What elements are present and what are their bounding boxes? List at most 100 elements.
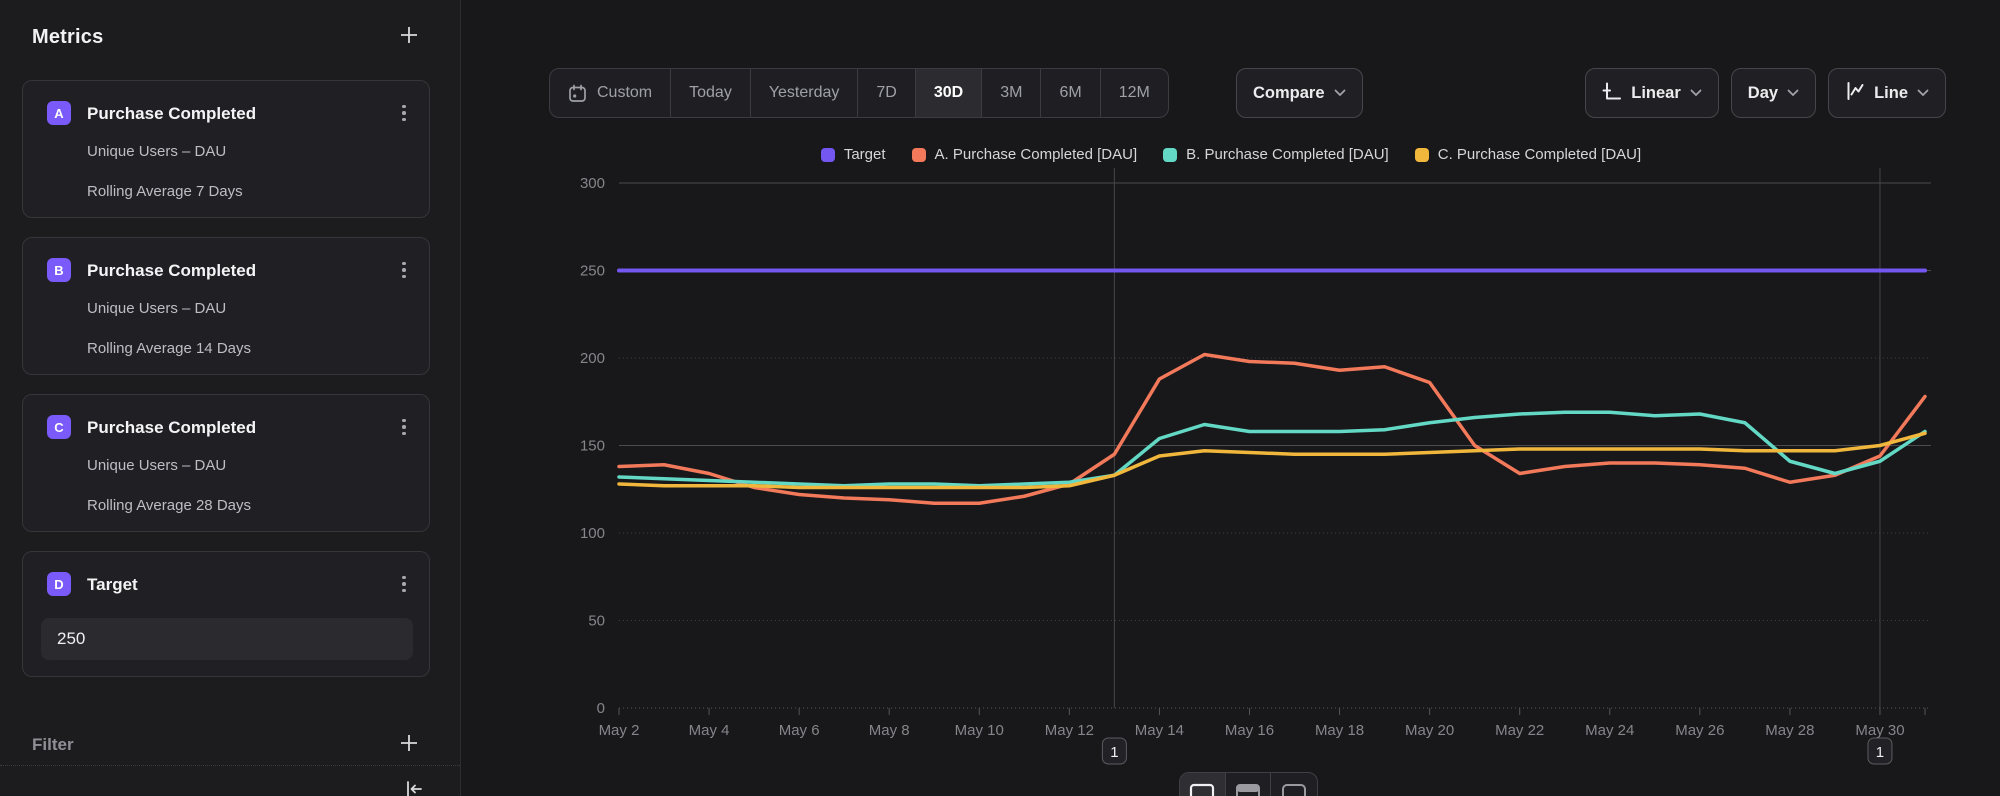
metric-badge-c: C bbox=[47, 415, 71, 439]
x-axis-tick-label: May 4 bbox=[689, 722, 730, 739]
filter-section-title: Filter bbox=[32, 735, 74, 755]
compare-label: Compare bbox=[1253, 84, 1325, 103]
sidebar-header: Metrics bbox=[32, 22, 422, 52]
metric-card-c[interactable]: C Purchase Completed Unique Users – DAU … bbox=[22, 394, 430, 532]
range-option-label: 6M bbox=[1059, 84, 1081, 102]
plus-icon bbox=[399, 25, 419, 50]
range-option-3m[interactable]: 3M bbox=[982, 69, 1041, 117]
metrics-section-title: Metrics bbox=[32, 26, 103, 49]
range-option-label: Custom bbox=[597, 84, 652, 102]
x-axis-tick-label: May 28 bbox=[1765, 722, 1814, 739]
chevron-down-icon bbox=[1334, 89, 1346, 97]
x-axis-tick-label: May 12 bbox=[1045, 722, 1094, 739]
metric-badge-a: A bbox=[47, 101, 71, 125]
x-axis-tick-label: May 20 bbox=[1405, 722, 1454, 739]
metric-rolling-average: Rolling Average 28 Days bbox=[87, 497, 251, 514]
y-axis-tick-label: 0 bbox=[597, 700, 605, 717]
x-axis-tick-label: May 6 bbox=[779, 722, 820, 739]
add-filter-button[interactable] bbox=[396, 732, 422, 758]
line-chart[interactable]: 0 50 100 150 200 250 300 May 2 May 4 May 6 May 8 Ma… bbox=[461, 130, 2000, 770]
chart-settings-group: Linear Day Line bbox=[1585, 68, 1946, 118]
metrics-explorer-page: Metrics A Purchase Completed Unique User… bbox=[0, 0, 2000, 796]
target-card[interactable]: D Target 250 bbox=[22, 551, 430, 677]
kebab-menu-icon[interactable] bbox=[395, 415, 413, 439]
kebab-menu-icon[interactable] bbox=[395, 101, 413, 125]
x-axis-tick-label: May 8 bbox=[869, 722, 910, 739]
sidebar: Metrics A Purchase Completed Unique User… bbox=[0, 0, 461, 796]
x-axis-tick-label: May 22 bbox=[1495, 722, 1544, 739]
granularity-label: Day bbox=[1748, 84, 1778, 103]
annotation-badge[interactable]: 1 bbox=[1868, 738, 1892, 764]
y-axis-tick-label: 200 bbox=[580, 350, 605, 367]
y-axis-tick-label: 50 bbox=[588, 613, 605, 630]
annotation-badge[interactable]: 1 bbox=[1102, 738, 1126, 764]
sidebar-divider bbox=[0, 765, 460, 766]
series-line-a bbox=[619, 355, 1925, 504]
range-option-12m[interactable]: 12M bbox=[1101, 69, 1168, 117]
collapse-sidebar-icon[interactable] bbox=[402, 779, 426, 796]
x-axis-tick-label: May 10 bbox=[955, 722, 1004, 739]
metric-unit-type: Unique Users – DAU bbox=[87, 457, 226, 474]
range-option-yesterday[interactable]: Yesterday bbox=[751, 69, 859, 117]
range-option-6m[interactable]: 6M bbox=[1041, 69, 1100, 117]
kebab-menu-icon[interactable] bbox=[395, 258, 413, 282]
range-option-label: Yesterday bbox=[769, 84, 840, 102]
metric-card-b[interactable]: B Purchase Completed Unique Users – DAU … bbox=[22, 237, 430, 375]
layout-option-header-icon[interactable] bbox=[1226, 773, 1272, 796]
granularity-selector-button[interactable]: Day bbox=[1731, 68, 1816, 118]
range-option-label: 3M bbox=[1000, 84, 1022, 102]
calendar-icon bbox=[568, 84, 587, 103]
linear-scale-icon bbox=[1602, 81, 1622, 106]
metric-unit-type: Unique Users – DAU bbox=[87, 300, 226, 317]
x-axis-tick-label: May 24 bbox=[1585, 722, 1634, 739]
layout-option-plain-icon[interactable] bbox=[1271, 773, 1317, 796]
y-axis-tick-label: 150 bbox=[580, 438, 605, 455]
y-axis-tick-label: 300 bbox=[580, 175, 605, 192]
plus-icon bbox=[399, 733, 419, 758]
metric-card-a[interactable]: A Purchase Completed Unique Users – DAU … bbox=[22, 80, 430, 218]
series-line-c bbox=[619, 433, 1925, 487]
range-option-label: Today bbox=[689, 84, 732, 102]
range-option-label: 12M bbox=[1119, 84, 1150, 102]
svg-text:1: 1 bbox=[1876, 744, 1884, 761]
metric-title: Purchase Completed bbox=[87, 418, 256, 438]
scale-label: Linear bbox=[1631, 84, 1681, 103]
x-axis-tick-label: May 16 bbox=[1225, 722, 1274, 739]
range-option-label: 30D bbox=[934, 84, 963, 102]
chart-layout-switcher bbox=[1179, 772, 1318, 796]
range-option-label: 7D bbox=[876, 84, 896, 102]
metric-title: Purchase Completed bbox=[87, 261, 256, 281]
chart-type-selector-button[interactable]: Line bbox=[1828, 68, 1946, 118]
chart-panel: Custom Today Yesterday 7D 30D 3M 6M 12M … bbox=[461, 0, 2000, 796]
kebab-menu-icon[interactable] bbox=[395, 572, 413, 596]
line-chart-icon bbox=[1845, 81, 1865, 106]
metric-title: Purchase Completed bbox=[87, 104, 256, 124]
metric-rolling-average: Rolling Average 14 Days bbox=[87, 340, 251, 357]
x-axis-tick-label: May 30 bbox=[1855, 722, 1904, 739]
chart-type-label: Line bbox=[1874, 84, 1908, 103]
add-metric-button[interactable] bbox=[396, 24, 422, 50]
chevron-down-icon bbox=[1787, 89, 1799, 97]
range-option-7d[interactable]: 7D bbox=[858, 69, 915, 117]
target-value-input[interactable]: 250 bbox=[41, 618, 413, 660]
target-title: Target bbox=[87, 575, 138, 595]
metric-badge-b: B bbox=[47, 258, 71, 282]
scale-selector-button[interactable]: Linear bbox=[1585, 68, 1719, 118]
metric-rolling-average: Rolling Average 7 Days bbox=[87, 183, 243, 200]
layout-option-full-icon[interactable] bbox=[1180, 773, 1226, 796]
y-axis-tick-label: 100 bbox=[580, 525, 605, 542]
svg-text:1: 1 bbox=[1110, 744, 1118, 761]
x-axis-tick-label: May 2 bbox=[599, 722, 640, 739]
metric-unit-type: Unique Users – DAU bbox=[87, 143, 226, 160]
x-axis-tick-label: May 18 bbox=[1315, 722, 1364, 739]
date-range-control: Custom Today Yesterday 7D 30D 3M 6M 12M bbox=[549, 68, 1169, 118]
compare-button[interactable]: Compare bbox=[1236, 68, 1363, 118]
chevron-down-icon bbox=[1917, 89, 1929, 97]
chevron-down-icon bbox=[1690, 89, 1702, 97]
x-axis-tick-label: May 26 bbox=[1675, 722, 1724, 739]
y-axis-tick-label: 250 bbox=[580, 263, 605, 280]
range-option-30d-active[interactable]: 30D bbox=[916, 69, 982, 117]
range-option-today[interactable]: Today bbox=[671, 69, 751, 117]
x-axis-tick-label: May 14 bbox=[1135, 722, 1184, 739]
range-option-custom[interactable]: Custom bbox=[550, 69, 671, 117]
